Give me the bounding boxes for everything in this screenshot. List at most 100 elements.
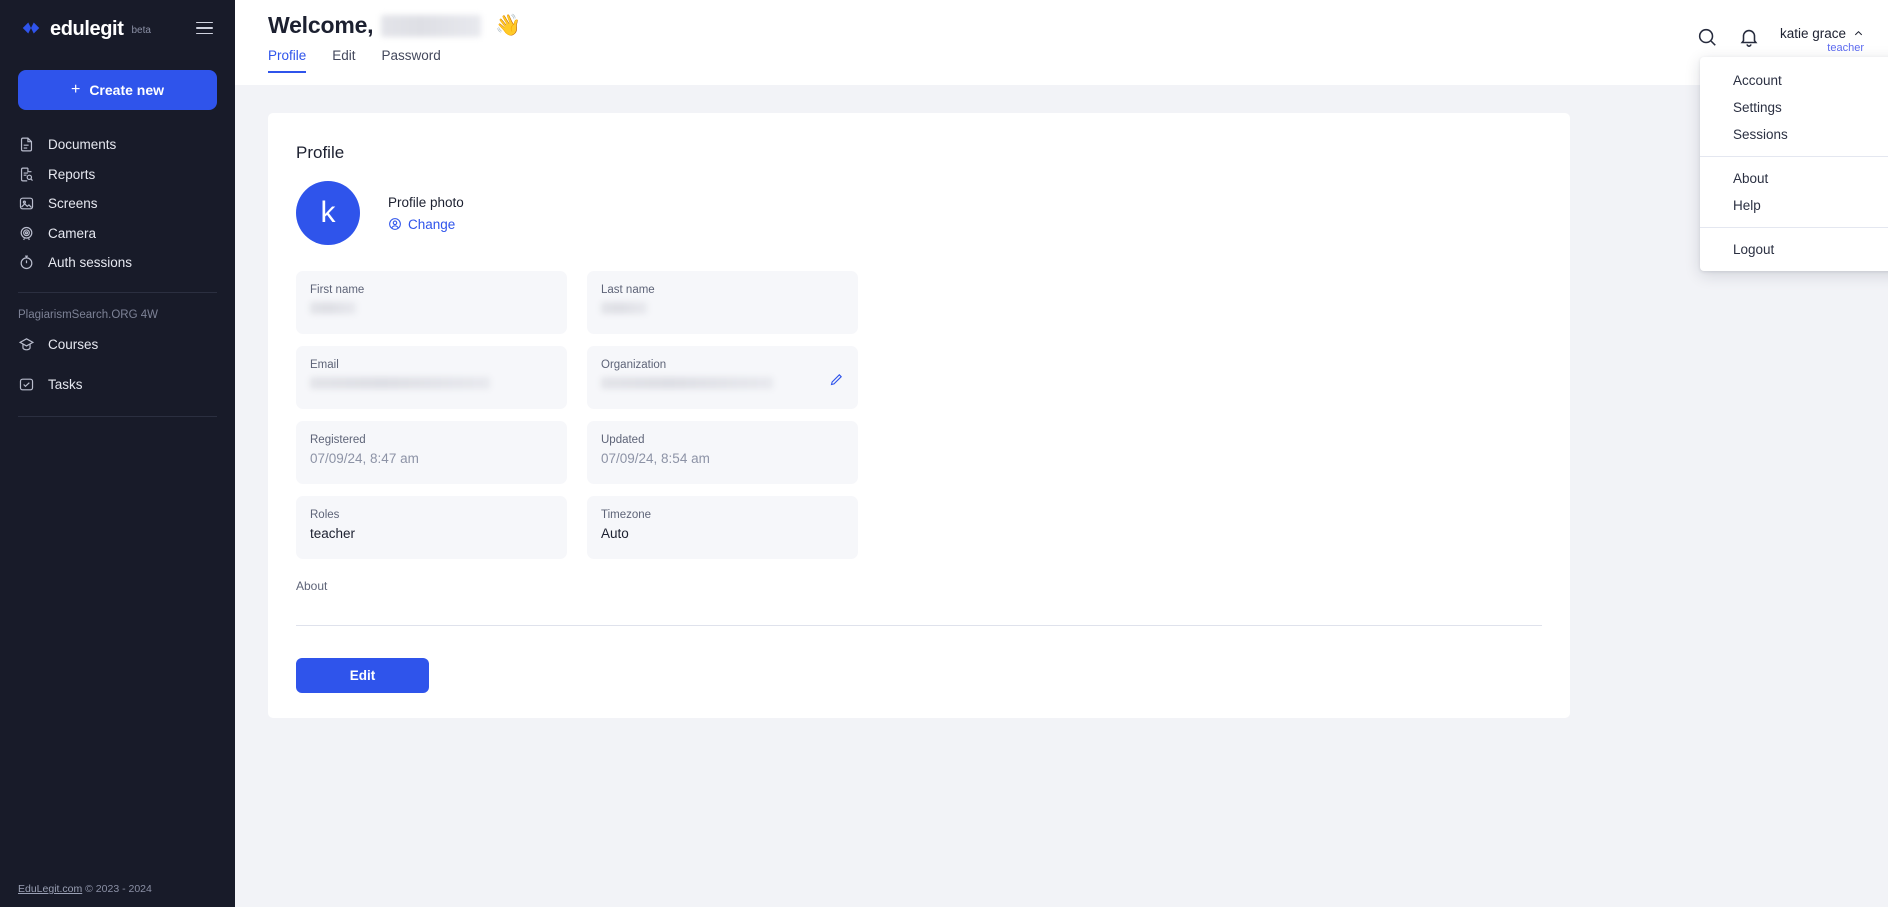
field-label: First name bbox=[310, 284, 365, 296]
footer-site-link[interactable]: EduLegit.com bbox=[18, 883, 82, 895]
redacted-value bbox=[601, 302, 647, 314]
user-dropdown-menu: Account Settings Sessions About Help Log… bbox=[1700, 57, 1888, 271]
field-label: Organization bbox=[601, 359, 667, 371]
profile-photo-info: Profile photo Change bbox=[388, 195, 464, 232]
create-new-label: Create new bbox=[89, 82, 165, 98]
field-timezone: Timezone Auto bbox=[587, 496, 858, 559]
sidebar-item-label: Auth sessions bbox=[48, 255, 133, 271]
tab-edit[interactable]: Edit bbox=[332, 48, 355, 73]
timer-icon bbox=[20, 255, 33, 270]
menu-item-account[interactable]: Account bbox=[1700, 67, 1888, 94]
sidebar-item-reports[interactable]: Reports bbox=[0, 160, 235, 190]
field-value: Auto bbox=[601, 526, 629, 541]
field-value: 07/09/24, 8:54 am bbox=[601, 451, 710, 466]
field-registered: Registered 07/09/24, 8:47 am bbox=[296, 421, 567, 484]
menu-separator-2 bbox=[1700, 227, 1888, 228]
sidebar-item-screens[interactable]: Screens bbox=[0, 189, 235, 219]
field-updated: Updated 07/09/24, 8:54 am bbox=[587, 421, 858, 484]
field-label: Roles bbox=[310, 509, 340, 521]
field-first-name: First name bbox=[296, 271, 567, 334]
redacted-user-name bbox=[381, 14, 482, 37]
page-title: Welcome, bbox=[268, 12, 374, 38]
menu-item-about[interactable]: About bbox=[1700, 165, 1888, 192]
sidebar-header: edulegit beta bbox=[0, 0, 235, 56]
change-photo-button[interactable]: Change bbox=[388, 217, 464, 232]
menu-item-sessions[interactable]: Sessions bbox=[1700, 121, 1888, 148]
sidebar-item-label: Reports bbox=[48, 166, 96, 182]
field-value: 07/09/24, 8:47 am bbox=[310, 451, 419, 466]
field-value: teacher bbox=[310, 526, 356, 541]
search-icon[interactable] bbox=[1696, 26, 1718, 48]
tab-password[interactable]: Password bbox=[382, 48, 441, 73]
app-logo[interactable]: edulegit beta bbox=[20, 17, 151, 39]
about-body bbox=[294, 593, 1544, 615]
field-label: Last name bbox=[601, 284, 655, 296]
field-email: Email bbox=[296, 346, 567, 409]
content-area: Profile k Profile photo Change First nam… bbox=[235, 85, 1888, 907]
main-area: Welcome, 👋 Profile Edit Password katie g… bbox=[235, 0, 1888, 907]
page-header: Welcome, 👋 Profile Edit Password bbox=[268, 12, 522, 73]
user-name-line: katie grace bbox=[1780, 26, 1864, 41]
logo-beta-badge: beta bbox=[131, 25, 151, 36]
field-organization: Organization bbox=[587, 346, 858, 409]
task-check-icon bbox=[19, 378, 34, 391]
avatar[interactable]: k bbox=[296, 181, 360, 245]
redacted-value bbox=[310, 302, 356, 314]
report-search-icon bbox=[20, 167, 33, 182]
create-new-button[interactable]: + Create new bbox=[18, 70, 217, 110]
redacted-value bbox=[310, 377, 490, 389]
tab-profile[interactable]: Profile bbox=[268, 48, 307, 73]
document-icon bbox=[20, 137, 33, 152]
profile-tabs: Profile Edit Password bbox=[268, 48, 522, 73]
footer-copyright: © 2023 - 2024 bbox=[85, 883, 152, 895]
user-role-badge: teacher bbox=[1827, 42, 1864, 54]
menu-separator-1 bbox=[1700, 156, 1888, 157]
section-divider bbox=[296, 625, 1542, 626]
top-bar: Welcome, 👋 Profile Edit Password katie g… bbox=[235, 0, 1888, 271]
sidebar-item-label: Camera bbox=[48, 225, 97, 241]
plus-icon: + bbox=[70, 81, 81, 98]
chevron-up-icon bbox=[1854, 30, 1863, 36]
image-icon bbox=[19, 197, 34, 210]
sidebar-section-label: PlagiarismSearch.ORG 4W bbox=[18, 308, 158, 321]
pencil-edit-icon[interactable] bbox=[829, 372, 844, 387]
profile-fields-grid: First name Last name Email Organization bbox=[296, 271, 1544, 559]
sidebar-item-tasks[interactable]: Tasks bbox=[0, 370, 235, 400]
menu-item-settings[interactable]: Settings bbox=[1700, 94, 1888, 121]
user-name: katie grace bbox=[1779, 26, 1846, 41]
field-roles: Roles teacher bbox=[296, 496, 567, 559]
sidebar-item-documents[interactable]: Documents bbox=[0, 130, 235, 160]
sidebar-item-label: Screens bbox=[48, 196, 98, 212]
field-label: Registered bbox=[310, 434, 366, 446]
edit-button[interactable]: Edit bbox=[296, 658, 429, 693]
field-label: Email bbox=[310, 359, 339, 371]
profile-photo-label: Profile photo bbox=[388, 194, 464, 210]
sidebar-item-courses[interactable]: Courses bbox=[0, 330, 235, 360]
field-label: Updated bbox=[601, 434, 645, 446]
change-photo-label: Change bbox=[408, 216, 456, 232]
camera-icon bbox=[20, 226, 33, 240]
redacted-value bbox=[601, 377, 773, 389]
menu-item-logout[interactable]: Logout bbox=[1700, 236, 1888, 263]
about-label: About bbox=[296, 579, 328, 593]
user-menu-button[interactable]: katie grace teacher bbox=[1780, 26, 1864, 54]
sidebar-divider-top bbox=[18, 291, 217, 293]
field-label: Timezone bbox=[601, 509, 652, 521]
user-circle-icon bbox=[389, 218, 401, 230]
sidebar-item-camera[interactable]: Camera bbox=[0, 219, 235, 249]
sidebar-nav: Documents Reports Screens Camera Auth se… bbox=[0, 130, 235, 278]
sidebar-item-auth-sessions[interactable]: Auth sessions bbox=[0, 248, 235, 278]
bell-icon[interactable] bbox=[1738, 26, 1760, 48]
sidebar-item-label: Documents bbox=[48, 137, 117, 153]
menu-item-help[interactable]: Help bbox=[1700, 192, 1888, 219]
sidebar-toggle-button[interactable] bbox=[192, 18, 217, 39]
profile-photo-row: k Profile photo Change bbox=[296, 181, 1544, 245]
sidebar-footer: EduLegit.com © 2023 - 2024 bbox=[18, 883, 152, 895]
field-last-name: Last name bbox=[587, 271, 858, 334]
welcome-row: Welcome, 👋 bbox=[268, 12, 522, 39]
graduation-cap-icon bbox=[18, 337, 35, 351]
sidebar: edulegit beta + Create new Documents Rep… bbox=[0, 0, 235, 907]
sidebar-nav-secondary: Courses Tasks bbox=[0, 330, 235, 400]
waving-hand-icon: 👋 bbox=[495, 13, 522, 37]
edulegit-logo-icon bbox=[22, 22, 40, 34]
